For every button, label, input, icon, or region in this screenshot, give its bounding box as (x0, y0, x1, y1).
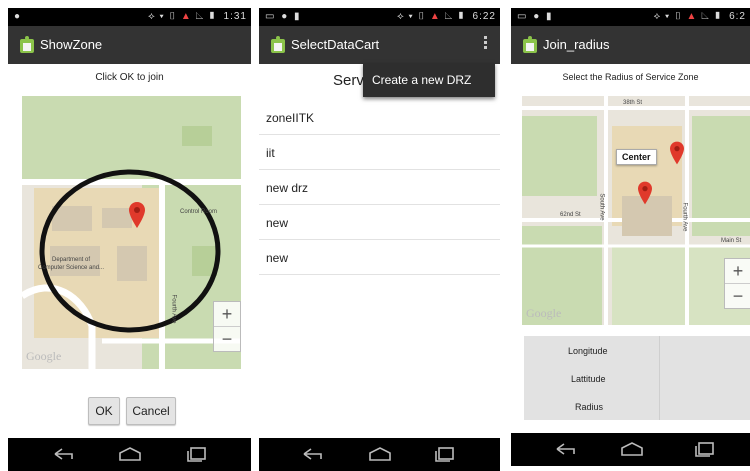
android-app-icon (20, 36, 34, 53)
app-title: SelectDataCart (291, 37, 380, 52)
menu-item-create-drz[interactable]: Create a new DRZ (372, 73, 471, 87)
radius-fields-table: Longitude Lattitude Radius (524, 336, 750, 420)
notification-icons: ▭ ● ▮ (265, 11, 302, 22)
action-bar: SelectDataCart (259, 26, 500, 64)
app-title: Join_radius (543, 37, 610, 52)
nav-bar (511, 433, 750, 466)
list-item-label: new (266, 216, 289, 230)
clock: 1:31 (223, 11, 247, 22)
62nd-st-label: 62nd St (560, 212, 581, 218)
list-item[interactable]: new drz (259, 170, 500, 205)
recent-apps-icon[interactable] (433, 446, 457, 462)
radius-marker-icon[interactable] (670, 141, 684, 165)
list-item[interactable]: zoneIITK (259, 100, 500, 135)
phone-join-radius: ▭ ● ▮ ⟡ ▾ ▯ ▲ ◺ ▮ 6:2 Join_radius Select… (511, 0, 750, 466)
street-label: Fourth Ave (170, 294, 177, 324)
control-room-label: Control Room (180, 209, 218, 215)
building-label: Department of Computer Science and... (38, 257, 105, 271)
zoom-out-button[interactable]: − (725, 283, 750, 308)
status-bar: ▭ ● ▮ ⟡ ▾ ▯ ▲ ◺ ▮ 6:22 (259, 8, 500, 26)
ok-button[interactable]: OK (88, 397, 120, 425)
fourth-ave-label: Fourth Ave (681, 202, 688, 232)
zoom-controls: + − (213, 301, 241, 352)
zoom-out-button[interactable]: − (214, 326, 240, 351)
google-logo: Google (526, 306, 562, 320)
phone-showzone: ● ⟡ ▾ ▯ ▲ ◺ ▮ 1:31 ShowZone Click OK to … (8, 0, 251, 471)
longitude-label: Longitude (568, 346, 608, 356)
zoom-in-button[interactable]: + (725, 259, 750, 283)
radius-input[interactable] (660, 392, 750, 420)
status-bar: ● ⟡ ▾ ▯ ▲ ◺ ▮ 1:31 (8, 8, 251, 26)
join-prompt: Click OK to join (95, 72, 164, 83)
map-tiles (522, 96, 750, 325)
home-icon[interactable] (117, 446, 143, 462)
south-ave-label: South Ave (598, 193, 605, 221)
back-icon[interactable] (554, 441, 578, 457)
cancel-button[interactable]: Cancel (126, 397, 176, 425)
home-icon[interactable] (367, 446, 393, 462)
center-label: Center (622, 152, 651, 162)
phone-selectdatacart: ▭ ● ▮ ⟡ ▾ ▯ ▲ ◺ ▮ 6:22 SelectDataCart Se… (259, 0, 500, 471)
app-title: ShowZone (40, 37, 103, 52)
back-icon[interactable] (301, 446, 325, 462)
list-item-label: new drz (266, 181, 309, 195)
status-bar: ▭ ● ▮ ⟡ ▾ ▯ ▲ ◺ ▮ 6:2 (511, 8, 750, 26)
list-header: Serv (333, 72, 364, 89)
status-icons: ⟡ ▾ ▯ ▲ ◺ ▮ 1:31 (148, 11, 247, 22)
android-app-icon (523, 36, 537, 53)
overflow-menu: Create a new DRZ (363, 63, 495, 97)
latitude-value[interactable] (660, 364, 750, 392)
list-item[interactable]: new (259, 240, 500, 275)
back-icon[interactable] (52, 446, 76, 462)
radius-label: Radius (575, 402, 604, 412)
recent-apps-icon[interactable] (185, 446, 209, 462)
zone-radius-circle (39, 169, 221, 333)
notification-icons: ● (14, 11, 23, 22)
radius-map[interactable]: 38th St South Ave 62nd St Fourth Ave Mai… (522, 96, 750, 325)
list-item-label: iit (266, 146, 275, 160)
center-callout: Center (616, 149, 657, 165)
android-app-icon (271, 36, 285, 53)
nav-bar (8, 438, 251, 471)
clock: 6:2 (729, 11, 746, 22)
center-marker-icon[interactable] (638, 181, 652, 205)
status-icons: ⟡ ▾ ▯ ▲ ◺ ▮ 6:22 (397, 11, 496, 22)
action-bar: Join_radius (511, 26, 750, 64)
zoom-in-button[interactable]: + (214, 302, 240, 326)
street-38th-label: 38th St (623, 100, 643, 106)
status-icons: ⟡ ▾ ▯ ▲ ◺ ▮ 6:2 (653, 11, 746, 22)
list-item[interactable]: new (259, 205, 500, 240)
latitude-label: Lattitude (571, 374, 606, 384)
location-marker-icon[interactable] (129, 202, 145, 228)
recent-apps-icon[interactable] (693, 441, 717, 457)
radius-prompt: Select the Radius of Service Zone (562, 72, 699, 82)
google-logo: Google (26, 349, 62, 363)
overflow-menu-icon[interactable] (484, 36, 488, 51)
list-item-label: zoneIITK (266, 111, 315, 125)
notification-icons: ▭ ● ▮ (517, 11, 554, 22)
list-item[interactable]: iit (259, 135, 500, 170)
zoom-controls: + − (724, 258, 750, 309)
home-icon[interactable] (619, 441, 645, 457)
zone-map[interactable]: Department of Computer Science and... Co… (22, 96, 241, 369)
list-item-label: new (266, 251, 289, 265)
clock: 6:22 (472, 11, 496, 22)
action-bar: ShowZone (8, 26, 251, 64)
longitude-value[interactable] (660, 336, 750, 364)
nav-bar (259, 438, 500, 471)
main-st-label: Main St (721, 238, 742, 244)
